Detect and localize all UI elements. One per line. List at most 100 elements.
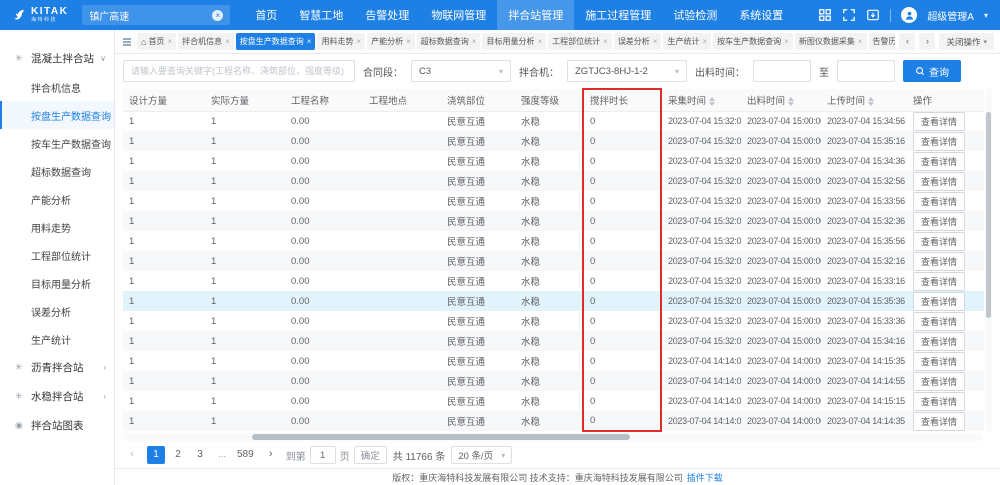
page-prev-button[interactable]: ‹ (123, 446, 141, 464)
tab-close-icon[interactable]: × (472, 37, 477, 46)
tab-scroll-right-button[interactable]: › (919, 33, 935, 50)
nav-menu-item[interactable]: 试验检测 (662, 0, 728, 30)
table-row[interactable]: 110.00民意互通水稳02023-07-04 14:14:062023-07-… (123, 371, 984, 391)
tab[interactable]: ⌂首页× (137, 33, 176, 50)
view-detail-button[interactable]: 查看详情 (913, 252, 965, 271)
table-row[interactable]: 110.00民意互通水稳02023-07-04 14:14:062023-07-… (123, 351, 984, 371)
tab[interactable]: 产能分析× (367, 33, 415, 50)
sidebar-item[interactable]: 误差分析 (0, 297, 114, 325)
tab[interactable]: 告警历史查询× (869, 33, 896, 50)
sort-icon[interactable] (868, 97, 874, 106)
view-detail-button[interactable]: 查看详情 (913, 132, 965, 151)
sort-icon[interactable] (709, 97, 715, 106)
avatar[interactable] (901, 7, 917, 23)
keyword-input[interactable] (123, 60, 355, 82)
view-detail-button[interactable]: 查看详情 (913, 152, 965, 171)
page-next-button[interactable]: › (262, 446, 280, 464)
page-number[interactable]: 589 (235, 446, 256, 464)
table-row[interactable]: 110.00民意互通水稳02023-07-04 15:32:072023-07-… (123, 231, 984, 251)
tab-close-icon[interactable]: × (653, 37, 658, 46)
search-button[interactable]: 查询 (903, 60, 961, 82)
tab-close-icon[interactable]: × (603, 37, 608, 46)
collapse-menu-icon[interactable] (121, 36, 133, 48)
nav-menu-item[interactable]: 施工过程管理 (574, 0, 662, 30)
sidebar-item[interactable]: 工程部位统计 (0, 241, 114, 269)
fullscreen-icon[interactable] (842, 8, 856, 22)
sidebar-item[interactable]: 生产统计 (0, 325, 114, 353)
delivery-time-from-input[interactable] (753, 60, 811, 82)
nav-menu-item[interactable]: 告警处理 (354, 0, 420, 30)
tab-close-icon[interactable]: × (225, 37, 230, 46)
sidebar-group[interactable]: ✳水稳拌合站› (0, 382, 114, 411)
table-row[interactable]: 110.00民意互通水稳02023-07-04 15:32:082023-07-… (123, 271, 984, 291)
sidebar-item[interactable]: 按车生产数据查询 (0, 129, 114, 157)
sidebar-item[interactable]: 目标用量分析 (0, 269, 114, 297)
table-row[interactable]: 110.00民意互通水稳02023-07-04 15:32:082023-07-… (123, 311, 984, 331)
table-row[interactable]: 110.00民意互通水稳02023-07-04 15:32:072023-07-… (123, 131, 984, 151)
sidebar-group[interactable]: ✳混凝土拌合站∨ (0, 44, 114, 73)
tab-close-icon[interactable]: × (356, 37, 361, 46)
table-row[interactable]: 110.00民意互通水稳02023-07-04 14:14:062023-07-… (123, 411, 984, 431)
tab[interactable]: 工程部位统计× (548, 33, 612, 50)
vertical-scrollbar[interactable] (985, 88, 992, 432)
nav-menu-item[interactable]: 系统设置 (728, 0, 794, 30)
view-detail-button[interactable]: 查看详情 (913, 112, 965, 131)
sidebar-item[interactable]: 拌合机信息 (0, 73, 114, 101)
table-row[interactable]: 110.00民意互通水稳02023-07-04 15:32:082023-07-… (123, 211, 984, 231)
tab[interactable]: 生产统计× (663, 33, 711, 50)
tab-close-icon[interactable]: × (858, 37, 863, 46)
nav-menu-item[interactable]: 物联网管理 (420, 0, 497, 30)
page-size-select[interactable]: 20 条/页 ▾ (451, 446, 512, 464)
tab[interactable]: 超标数据查询× (417, 33, 481, 50)
tab-close-icon[interactable]: × (784, 37, 789, 46)
tab[interactable]: 拌合机信息× (178, 33, 234, 50)
view-detail-button[interactable]: 查看详情 (913, 172, 965, 191)
column-header[interactable]: 上传时间 (821, 89, 907, 111)
sidebar-item[interactable]: 按盘生产数据查询 (0, 101, 114, 129)
plugin-download-link[interactable]: 插件下载 (687, 471, 723, 484)
tab[interactable]: 用料走势× (317, 33, 365, 50)
tab[interactable]: 按车生产数据查询× (713, 33, 793, 50)
table-row[interactable]: 110.00民意互通水稳02023-07-04 15:32:072023-07-… (123, 291, 984, 311)
sidebar-group[interactable]: ✳沥青拌合站› (0, 353, 114, 382)
sidebar-item[interactable]: 超标数据查询 (0, 157, 114, 185)
tab[interactable]: 误差分析× (614, 33, 662, 50)
sort-icon[interactable] (788, 97, 794, 106)
clear-icon[interactable]: × (212, 10, 223, 21)
table-row[interactable]: 110.00民意互通水稳02023-07-04 15:32:072023-07-… (123, 111, 984, 131)
table-row[interactable]: 110.00民意互通水稳02023-07-04 15:32:082023-07-… (123, 151, 984, 171)
tab[interactable]: 按盘生产数据查询× (236, 33, 316, 50)
caret-down-icon[interactable]: ▾ (984, 11, 988, 20)
table-row[interactable]: 110.00民意互通水稳02023-07-04 15:32:082023-07-… (123, 331, 984, 351)
view-detail-button[interactable]: 查看详情 (913, 212, 965, 231)
tab-close-icon[interactable]: × (307, 37, 312, 46)
view-detail-button[interactable]: 查看详情 (913, 272, 965, 291)
column-header[interactable]: 采集时间 (661, 89, 741, 111)
sidebar-item[interactable]: 产能分析 (0, 185, 114, 213)
view-detail-button[interactable]: 查看详情 (913, 232, 965, 251)
close-operations-dropdown[interactable]: 关闭操作 ▾ (939, 33, 994, 50)
nav-menu-item[interactable]: 拌合站管理 (497, 0, 574, 30)
page-jump-input[interactable] (310, 446, 336, 464)
horizontal-scrollbar-thumb[interactable] (252, 434, 630, 440)
project-select[interactable]: 镇广高速 × (82, 5, 230, 25)
nav-menu-item[interactable]: 智慧工地 (288, 0, 354, 30)
nav-menu-item[interactable]: 首页 (244, 0, 288, 30)
column-header[interactable]: 出料时间 (741, 89, 821, 111)
vertical-scrollbar-thumb[interactable] (986, 112, 991, 318)
tab-close-icon[interactable]: × (537, 37, 542, 46)
delivery-time-to-input[interactable] (837, 60, 895, 82)
table-row[interactable]: 110.00民意互通水稳02023-07-04 14:14:062023-07-… (123, 391, 984, 411)
tab[interactable]: 新图仪数据采集× (795, 33, 867, 50)
page-number[interactable]: 3 (191, 446, 209, 464)
sidebar-item[interactable]: 用料走势 (0, 213, 114, 241)
user-name[interactable]: 超级管理A (927, 8, 974, 23)
tab-close-icon[interactable]: × (406, 37, 411, 46)
page-number[interactable]: 2 (169, 446, 187, 464)
view-detail-button[interactable]: 查看详情 (913, 412, 965, 431)
contract-select[interactable]: C3 ▾ (411, 60, 511, 82)
tab-close-icon[interactable]: × (167, 37, 172, 46)
view-detail-button[interactable]: 查看详情 (913, 312, 965, 331)
tab-scroll-left-button[interactable]: ‹ (899, 33, 915, 50)
view-detail-button[interactable]: 查看详情 (913, 192, 965, 211)
